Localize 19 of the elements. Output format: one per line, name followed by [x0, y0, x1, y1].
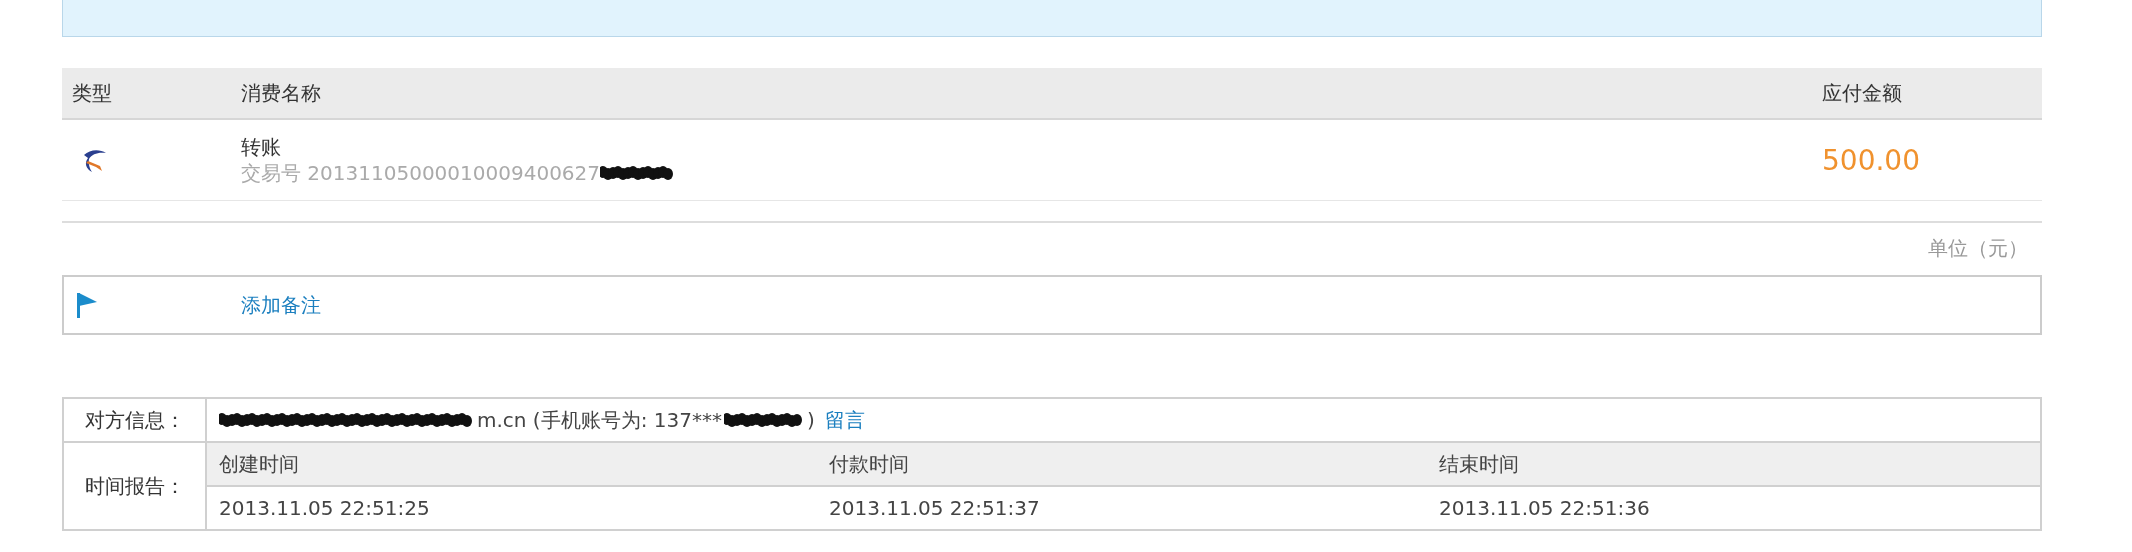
column-header: 结束时间 [1438, 450, 1520, 478]
trade-number: 交易号 20131105000010009400627 [241, 160, 601, 186]
column-header: 付款时间 [828, 450, 910, 478]
add-note-link[interactable]: 添加备注 [241, 291, 321, 319]
flag-icon [76, 291, 98, 319]
column-header: 创建时间 [218, 450, 300, 478]
amount: 500.00 [1822, 143, 1920, 177]
time-value: 2013.11.05 22:51:25 [218, 496, 431, 520]
unit-label: 单位（元） [1928, 235, 2028, 262]
message-link[interactable]: 留言 [824, 406, 865, 434]
item-name: 转账 [241, 134, 282, 160]
time-value: 2013.11.05 22:51:36 [1438, 496, 1651, 520]
time-value: 2013.11.05 22:51:37 [828, 496, 1041, 520]
account-text: m.cn (手机账号为: 137*** [477, 406, 722, 434]
column-header: 类型 [71, 79, 113, 107]
column-header: 消费名称 [241, 79, 322, 107]
row-label: 对方信息： [64, 399, 207, 441]
column-header: 应付金额 [1822, 79, 1903, 107]
account-text: ) [806, 408, 815, 432]
